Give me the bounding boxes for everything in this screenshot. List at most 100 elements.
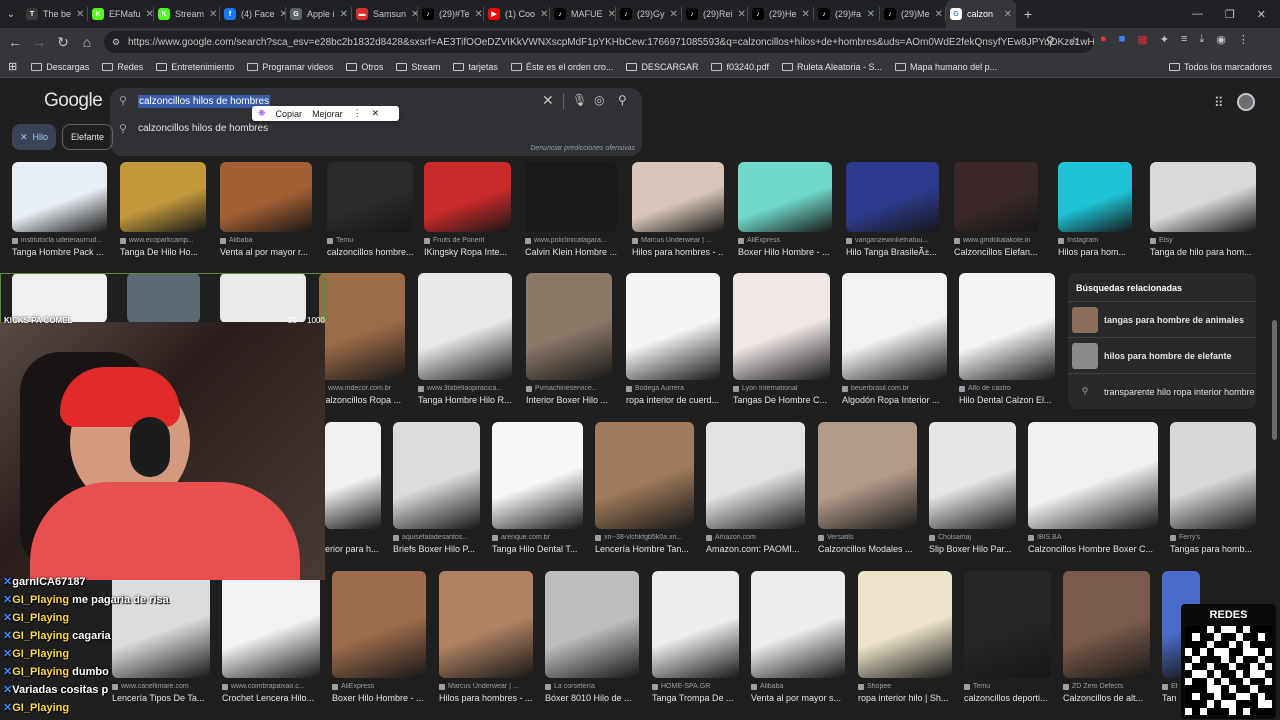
close-tab-icon[interactable]: ✕ <box>1004 9 1012 20</box>
image-result-thumbnail[interactable] <box>222 571 320 678</box>
image-result-title[interactable]: Calvin Klein Hombre ... <box>525 247 617 257</box>
close-chip-icon[interactable]: ✕ <box>20 132 28 143</box>
image-result-thumbnail[interactable] <box>325 422 381 529</box>
image-result-thumbnail[interactable] <box>964 571 1051 678</box>
browser-tab[interactable]: K Stream ✕ <box>154 0 219 28</box>
image-result-thumbnail[interactable] <box>525 162 617 232</box>
image-result-source[interactable]: Temu <box>327 237 413 244</box>
image-result-title[interactable]: Calzoncillos de alt... <box>1063 693 1150 703</box>
image-result-title[interactable]: Interior Boxer Hilo ... <box>526 395 612 405</box>
forward-icon[interactable]: → <box>27 30 51 54</box>
browser-tab[interactable]: ♪ (29)Gy ✕ <box>616 0 681 28</box>
image-result-thumbnail[interactable] <box>526 273 612 380</box>
image-result-thumbnail[interactable] <box>327 162 413 232</box>
lens-icon[interactable]: ◎ <box>594 93 604 107</box>
more-icon[interactable]: ⋮ <box>353 108 362 119</box>
image-result-thumbnail[interactable] <box>439 571 533 678</box>
scrollbar[interactable] <box>1272 320 1277 440</box>
close-tab-icon[interactable]: ✕ <box>935 9 943 20</box>
browser-tab[interactable]: K EFMafu ✕ <box>88 0 153 28</box>
image-result-source[interactable]: IBIS.BA <box>1028 534 1158 541</box>
image-result-title[interactable]: IKingsky Ropa Inte... <box>424 247 511 257</box>
close-popup-icon[interactable]: ✕ <box>372 108 380 119</box>
bookmark-item[interactable]: Entretenimiento <box>156 62 234 72</box>
image-result-title[interactable]: Calzoncillos Elefan... <box>954 247 1038 257</box>
image-result-thumbnail[interactable] <box>492 422 583 529</box>
image-result-source[interactable]: Marcus Underwear | ... <box>632 237 724 244</box>
image-result-thumbnail[interactable] <box>632 162 724 232</box>
bookmark-item[interactable]: DESCARGAR <box>626 62 698 72</box>
browser-tab[interactable]: ▬ Samsun ✕ <box>352 0 417 28</box>
puzzle-icon[interactable]: ✦ <box>1160 33 1169 46</box>
chip-hilo[interactable]: ✕ Hilo <box>12 124 57 150</box>
image-result-thumbnail[interactable] <box>706 422 805 529</box>
related-item[interactable]: hilos para hombre de elefante <box>1068 337 1256 373</box>
zoom-icon[interactable]: ⚲ <box>1046 34 1055 48</box>
image-result-source[interactable]: AliExpress <box>332 683 426 690</box>
voice-search-icon[interactable]: 🎙 <box>572 93 587 107</box>
extension-icon[interactable]: ● <box>1100 33 1107 46</box>
image-result-source[interactable]: www.3tabeliaopiracica... <box>418 385 512 392</box>
related-item[interactable]: ⚲ transparente hilo ropa interior hombre <box>1068 373 1256 409</box>
image-result-title[interactable]: Boxer Hilo Hombre - ... <box>738 247 832 257</box>
apps-icon[interactable]: ⊞ <box>8 60 17 73</box>
image-result-source[interactable]: beuerbrasil.com.br <box>842 385 947 392</box>
close-tab-icon[interactable]: ✕ <box>146 9 153 20</box>
bookmark-item[interactable]: Éste es el orden cro... <box>510 62 613 72</box>
image-result-source[interactable]: www.canellimare.com <box>112 683 210 690</box>
image-result-title[interactable]: Bóxer 8010 Hilo de ... <box>545 693 639 703</box>
image-result-title[interactable]: Hilos para hom... <box>1058 247 1132 257</box>
image-result-title[interactable]: Calzoncillos Modales ... <box>818 544 917 554</box>
image-result-title[interactable]: Briefs Boxer Hilo P... <box>393 544 480 554</box>
search-query[interactable]: calzoncillos hilos de hombres <box>138 95 271 108</box>
gemini-icon[interactable]: ❋ <box>258 108 266 119</box>
image-result-thumbnail[interactable] <box>818 422 917 529</box>
browser-tab[interactable]: ▶ (1) Coo ✕ <box>484 0 549 28</box>
image-result-title[interactable]: Venta al por mayor s... <box>751 693 845 703</box>
bookmark-item[interactable]: f03240.pdf <box>711 62 769 72</box>
image-result-thumbnail[interactable] <box>12 162 107 232</box>
bookmark-item[interactable]: Otros <box>346 62 383 72</box>
image-result-source[interactable]: Amazon.com <box>706 534 805 541</box>
image-result-source[interactable]: Alibaba <box>220 237 312 244</box>
image-result-source[interactable]: Cholsamaj <box>929 534 1016 541</box>
tab-search-icon[interactable]: ⌄ <box>0 2 22 26</box>
image-result-thumbnail[interactable] <box>1058 162 1132 232</box>
chip-elefante[interactable]: Elefante <box>62 124 114 150</box>
image-result-title[interactable]: Hilo Dental Calzon El... <box>959 395 1055 405</box>
improve-button[interactable]: Mejorar <box>312 109 343 119</box>
copy-button[interactable]: Copiar <box>276 109 303 119</box>
image-result-title[interactable]: Tanga de hilo para hom... <box>1150 247 1256 257</box>
google-apps-icon[interactable]: ⠿ <box>1214 95 1224 111</box>
image-result-source[interactable]: Alto de castro <box>959 385 1055 392</box>
close-tab-icon[interactable]: ✕ <box>475 9 483 20</box>
image-result-thumbnail[interactable] <box>751 571 845 678</box>
image-result-thumbnail[interactable] <box>319 273 405 380</box>
image-result-source[interactable]: Shopee <box>858 683 952 690</box>
bookmark-item[interactable]: Programar videos <box>247 62 333 72</box>
address-bar[interactable]: ⚙ https://www.google.com/search?sca_esv=… <box>104 31 1094 53</box>
image-result-source[interactable]: institutocla udeteraurrud... <box>12 237 107 244</box>
minimize-icon[interactable]: — <box>1192 8 1203 21</box>
avatar[interactable] <box>1237 93 1255 111</box>
bookmark-item[interactable]: Descargas <box>31 62 89 72</box>
close-tab-icon[interactable]: ✕ <box>280 9 285 20</box>
image-result-title[interactable]: Crochet Lencera Hilo... <box>222 693 320 703</box>
close-tab-icon[interactable]: ✕ <box>209 9 217 20</box>
image-result-source[interactable]: xn--38-vlchkfgb5k0a.xn... <box>595 534 694 541</box>
image-result-thumbnail[interactable] <box>929 422 1016 529</box>
image-result-source[interactable]: www.ecoparkcamp... <box>120 237 206 244</box>
image-result-title[interactable]: Tangas para homb... <box>1170 544 1256 554</box>
site-info-icon[interactable]: ⚙ <box>112 37 120 48</box>
image-result-thumbnail[interactable] <box>112 571 210 678</box>
related-item[interactable]: tangas para hombre de animales <box>1068 301 1256 337</box>
image-result-thumbnail[interactable] <box>959 273 1055 380</box>
browser-tab[interactable]: ♪ (29)Rei ✕ <box>682 0 747 28</box>
all-bookmarks[interactable]: Todos los marcadores <box>1168 62 1272 72</box>
browser-tab[interactable]: G Apple i ✕ <box>286 0 351 28</box>
image-result-title[interactable]: Slip Boxer Hilo Par... <box>929 544 1016 554</box>
browser-tab[interactable]: f (4) Face ✕ <box>220 0 285 28</box>
image-result-thumbnail[interactable] <box>846 162 939 232</box>
image-result-thumbnail[interactable] <box>120 162 206 232</box>
image-result-source[interactable]: www.gmdckalakote.in <box>954 237 1038 244</box>
